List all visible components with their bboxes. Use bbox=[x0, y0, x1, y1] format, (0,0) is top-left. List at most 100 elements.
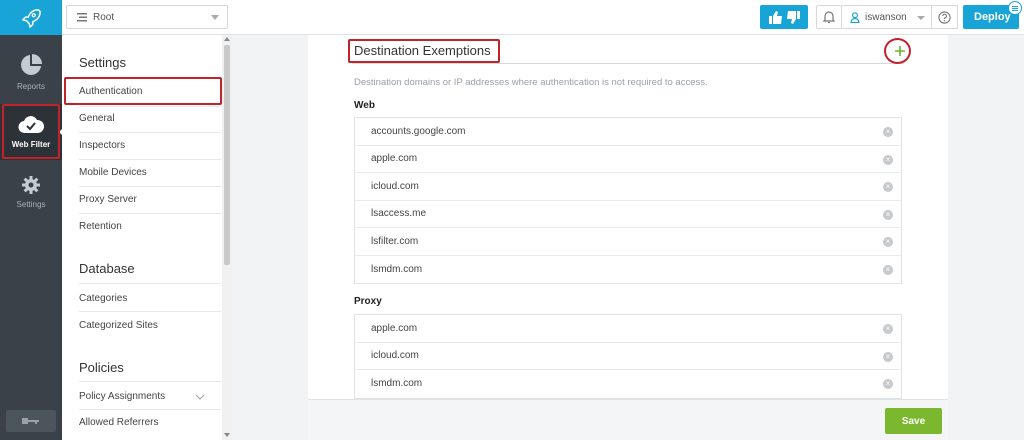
remove-icon[interactable]: × bbox=[883, 127, 893, 137]
remove-icon[interactable]: × bbox=[883, 264, 893, 275]
sidebar-item-categorized-sites[interactable]: Categorized Sites bbox=[79, 320, 158, 331]
remove-icon[interactable]: × bbox=[883, 351, 893, 362]
divider bbox=[79, 213, 221, 214]
menu-icon bbox=[1008, 1, 1022, 15]
top-bar: Root iswanson Deploy bbox=[62, 0, 1024, 35]
chevron-down-icon bbox=[211, 15, 219, 20]
list-item: icloud.com × bbox=[355, 173, 901, 201]
root-selector-value: Root bbox=[93, 11, 115, 23]
domain-name: accounts.google.com bbox=[371, 125, 466, 137]
scroll-up-icon[interactable] bbox=[224, 37, 230, 41]
divider bbox=[79, 106, 221, 107]
settings-sidebar: Settings Authentication General Inspecto… bbox=[62, 35, 232, 440]
divider bbox=[79, 283, 221, 284]
web-domain-list: accounts.google.com × apple.com × icloud.c… bbox=[354, 117, 902, 284]
list-item: lsfilter.com × bbox=[355, 228, 901, 256]
remove-icon[interactable]: × bbox=[883, 324, 893, 334]
help-button[interactable] bbox=[932, 5, 958, 29]
sidebar-section-title: Settings bbox=[79, 55, 126, 70]
list-item: lsaccess.me × bbox=[355, 201, 901, 228]
list-item: lsmdm.com × bbox=[355, 370, 901, 398]
bell-icon bbox=[823, 10, 835, 23]
list-item: icloud.com × bbox=[355, 343, 901, 370]
sidebar-scrollbar[interactable] bbox=[222, 35, 232, 440]
domain-name: icloud.com bbox=[371, 350, 419, 362]
key-icon bbox=[22, 418, 39, 424]
thumbs-up-icon bbox=[768, 10, 782, 24]
chevron-down-icon bbox=[917, 16, 925, 20]
sidebar-item-authentication[interactable]: Authentication bbox=[79, 86, 142, 97]
left-rail: Reports Web Filter Settings bbox=[0, 0, 63, 440]
hierarchy-icon bbox=[77, 12, 87, 21]
pie-chart-icon bbox=[21, 54, 42, 75]
rail-item-reports[interactable]: Reports bbox=[0, 44, 62, 100]
domain-name: apple.com bbox=[371, 153, 418, 165]
sidebar-item-allowed-referrers[interactable]: Allowed Referrers bbox=[79, 417, 158, 428]
help-icon bbox=[938, 10, 951, 24]
divider bbox=[79, 159, 221, 160]
list-item: accounts.google.com × bbox=[355, 118, 901, 146]
list-item: lsmdm.com × bbox=[355, 256, 901, 284]
domain-name: apple.com bbox=[371, 322, 418, 334]
divider bbox=[79, 132, 221, 133]
feedback-button[interactable] bbox=[760, 5, 808, 29]
app-logo[interactable] bbox=[0, 0, 62, 35]
rail-item-label: Reports bbox=[16, 82, 45, 91]
deploy-label: Deploy bbox=[974, 11, 1011, 23]
user-icon bbox=[850, 11, 860, 23]
rail-item-web-filter[interactable]: Web Filter bbox=[0, 104, 63, 160]
root-selector[interactable]: Root bbox=[66, 5, 228, 29]
main-panel: Destination Exemptions Destination domai… bbox=[308, 35, 948, 440]
domain-name: lsaccess.me bbox=[371, 208, 427, 220]
proxy-domain-list: apple.com × icloud.com × lsmdm.com × bbox=[354, 314, 902, 399]
sidebar-item-general[interactable]: General bbox=[79, 113, 115, 124]
sidebar-item-mobile-devices[interactable]: Mobile Devices bbox=[79, 167, 147, 178]
divider bbox=[79, 409, 221, 410]
gear-icon bbox=[22, 176, 40, 194]
sidebar-item-retention[interactable]: Retention bbox=[79, 221, 122, 232]
save-button[interactable]: Save bbox=[885, 408, 942, 434]
thumbs-down-icon bbox=[786, 10, 800, 24]
sidebar-item-proxy-server[interactable]: Proxy Server bbox=[79, 194, 137, 205]
sidebar-section-title: Database bbox=[79, 261, 135, 276]
divider bbox=[79, 186, 221, 187]
section-label-web: Web bbox=[354, 100, 375, 111]
footer-bar: Save bbox=[308, 399, 948, 440]
deploy-button[interactable]: Deploy bbox=[963, 1, 1022, 29]
divider bbox=[352, 63, 904, 64]
remove-icon[interactable]: × bbox=[883, 379, 893, 389]
remove-icon[interactable]: × bbox=[883, 182, 893, 192]
list-item: apple.com × bbox=[355, 315, 901, 343]
rail-item-settings[interactable]: Settings bbox=[0, 164, 62, 220]
add-exemption-button[interactable] bbox=[891, 42, 909, 60]
scrollbar-thumb[interactable] bbox=[224, 45, 230, 265]
description: Destination domains or IP addresses wher… bbox=[354, 77, 708, 88]
sidebar-item-policy-assignments[interactable]: Policy Assignments bbox=[79, 391, 165, 402]
scroll-down-icon[interactable] bbox=[224, 433, 230, 437]
sidebar-item-categories[interactable]: Categories bbox=[79, 293, 127, 304]
domain-name: lsfilter.com bbox=[371, 235, 419, 247]
domain-name: lsmdm.com bbox=[371, 378, 423, 390]
notifications-button[interactable] bbox=[816, 5, 842, 29]
sidebar-section-title: Policies bbox=[79, 360, 124, 375]
sidebar-item-inspectors[interactable]: Inspectors bbox=[79, 140, 125, 151]
section-label-proxy: Proxy bbox=[354, 296, 382, 307]
remove-icon[interactable]: × bbox=[883, 154, 893, 165]
page-title: Destination Exemptions bbox=[354, 43, 491, 58]
chevron-down-icon bbox=[195, 394, 205, 400]
rail-item-label: Web Filter bbox=[11, 140, 51, 149]
list-item: apple.com × bbox=[355, 146, 901, 173]
plus-icon bbox=[895, 46, 905, 56]
divider bbox=[79, 311, 221, 312]
domain-name: icloud.com bbox=[371, 180, 419, 192]
user-menu[interactable]: iswanson bbox=[842, 5, 932, 29]
collapse-button[interactable] bbox=[6, 410, 56, 432]
rocket-icon bbox=[22, 8, 41, 28]
domain-name: lsmdm.com bbox=[371, 263, 423, 275]
remove-icon[interactable]: × bbox=[883, 237, 893, 247]
rail-item-label: Settings bbox=[16, 200, 46, 209]
cloud-check-icon bbox=[18, 116, 44, 134]
divider bbox=[79, 381, 221, 382]
username: iswanson bbox=[865, 11, 907, 23]
remove-icon[interactable]: × bbox=[883, 209, 893, 220]
